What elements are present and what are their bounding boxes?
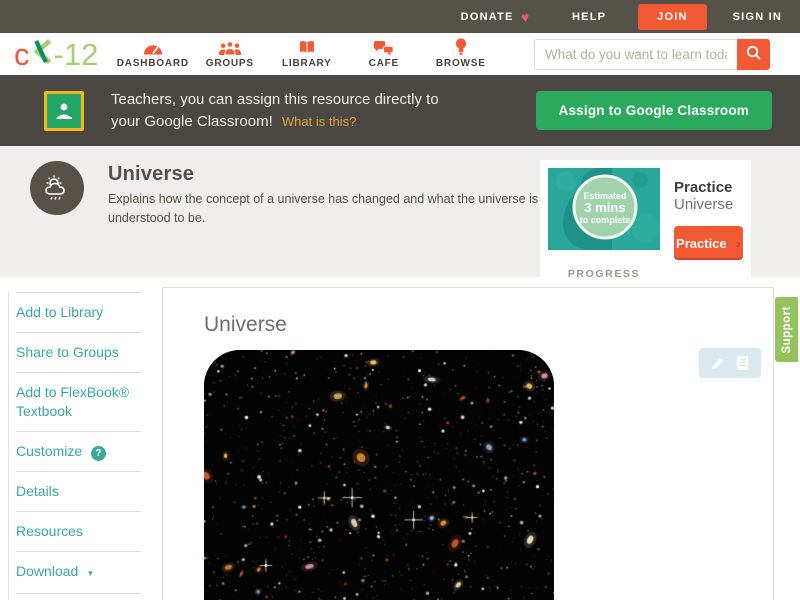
- search-input[interactable]: [534, 38, 737, 70]
- lesson-content-card: Universe: [162, 287, 774, 600]
- progress-label: PROGRESS: [567, 268, 641, 280]
- browse-bulb-icon: [422, 38, 499, 56]
- download-label: Download: [16, 563, 79, 579]
- primary-nav: DASHBOARD GROUPS LIBRARY CAFE BROWSE: [114, 38, 499, 69]
- nav-item-library[interactable]: LIBRARY: [268, 39, 345, 69]
- resource-description: Explains how the concept of a universe h…: [108, 192, 590, 225]
- main-navbar: c -12 DASHBOARD GROUPS LIBRARY CAFE BROW…: [0, 33, 800, 75]
- top-utility-bar: DONATE ♥ HELP JOIN SIGN IN: [0, 0, 800, 33]
- support-tab[interactable]: Support: [775, 297, 798, 362]
- support-tab-label: Support: [780, 305, 793, 354]
- help-link[interactable]: HELP: [572, 11, 606, 23]
- dashboard-gauge-icon: [114, 39, 191, 56]
- practice-subject: Universe: [674, 196, 734, 213]
- donate-link[interactable]: DONATE ♥: [460, 8, 531, 25]
- help-question-icon[interactable]: ?: [91, 446, 107, 461]
- practice-word: Practice: [674, 179, 733, 196]
- nav-item-dashboard[interactable]: DASHBOARD: [114, 39, 191, 69]
- search-icon: [745, 44, 762, 64]
- lesson-title: Universe: [204, 313, 287, 336]
- resource-title: Universe: [108, 163, 195, 185]
- logo-c: c: [14, 36, 30, 72]
- practice-button-label: Practice: [676, 236, 727, 251]
- assign-to-classroom-button[interactable]: Assign to Google Classroom: [535, 91, 772, 130]
- svg-text:to complete: to complete: [580, 215, 631, 225]
- practice-button[interactable]: Practice ›: [674, 226, 743, 260]
- groups-people-icon: [191, 39, 268, 56]
- banner-message: Teachers, you can assign this resource d…: [111, 89, 439, 133]
- site-search: [534, 38, 770, 70]
- sidebar-item-add-to-flexbook[interactable]: Add to FlexBook® Textbook: [16, 372, 141, 431]
- practice-card: Estimated 3 mins to complete Practice Un…: [540, 160, 751, 289]
- starfield-canvas: [204, 350, 554, 600]
- join-button[interactable]: JOIN: [638, 3, 707, 30]
- practice-thumbnail[interactable]: Estimated 3 mins to complete: [548, 168, 660, 250]
- search-button[interactable]: [737, 38, 770, 70]
- banner-line1: Teachers, you can assign this resource d…: [111, 90, 439, 108]
- heart-icon: ♥: [519, 8, 531, 25]
- nav-label: LIBRARY: [281, 58, 332, 69]
- nav-label: BROWSE: [435, 58, 486, 69]
- nav-item-cafe[interactable]: CAFE: [345, 39, 422, 69]
- google-classroom-icon: [44, 90, 84, 131]
- logo-suffix: -12: [53, 36, 99, 72]
- sidebar-item-add-to-library[interactable]: Add to Library: [16, 292, 141, 332]
- nav-label: CAFE: [368, 58, 400, 69]
- sidebar-item-share-to-groups[interactable]: Share to Groups: [16, 332, 141, 372]
- notes-document-icon[interactable]: [735, 355, 750, 371]
- nav-item-groups[interactable]: GROUPS: [191, 39, 268, 69]
- nav-label: DASHBOARD: [116, 58, 189, 69]
- edit-pencil-icon[interactable]: [710, 356, 725, 371]
- donate-label: DONATE: [460, 10, 514, 23]
- quick-tips-heading[interactable]: Quick Tips: [16, 593, 141, 600]
- sidebar-item-details[interactable]: Details: [16, 471, 141, 511]
- earth-science-weather-icon: [30, 161, 84, 215]
- google-classroom-banner: Teachers, you can assign this resource d…: [0, 75, 800, 146]
- content-edit-toolbar: [699, 348, 761, 378]
- nav-item-browse[interactable]: BROWSE: [422, 38, 499, 69]
- what-is-this-link[interactable]: What is this?: [282, 114, 356, 129]
- svg-text:3 mins: 3 mins: [584, 200, 625, 215]
- cafe-chat-icon: [345, 39, 422, 56]
- practice-card-title: Practice Universe: [674, 179, 743, 213]
- sidebar-item-download[interactable]: Download ▾: [16, 551, 141, 593]
- logo-k-icon: [31, 38, 53, 70]
- caret-down-icon: ▾: [88, 568, 93, 578]
- sidebar-item-resources[interactable]: Resources: [16, 511, 141, 551]
- sidebar-item-customize[interactable]: Customize ?: [16, 431, 141, 471]
- banner-line2: your Google Classroom!: [111, 112, 273, 130]
- ck12-logo[interactable]: c -12: [14, 38, 98, 70]
- sign-in-link[interactable]: SIGN IN: [733, 11, 782, 23]
- universe-starfield-image: [204, 350, 554, 600]
- chevron-right-icon: ›: [736, 235, 741, 251]
- resource-sidebar: Add to Library Share to Groups Add to Fl…: [8, 292, 141, 600]
- nav-label: GROUPS: [205, 58, 254, 69]
- customize-label: Customize: [16, 443, 83, 459]
- library-book-icon: [268, 39, 345, 56]
